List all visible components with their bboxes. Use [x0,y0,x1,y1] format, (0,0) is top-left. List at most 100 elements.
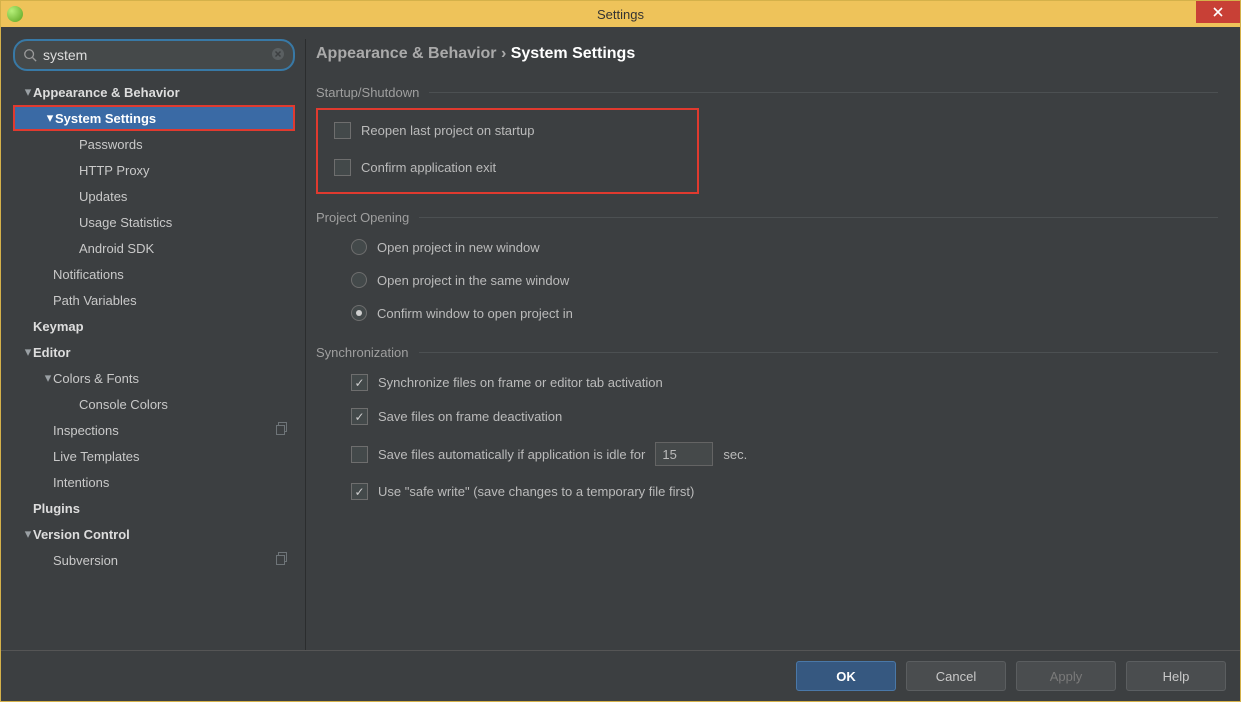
tree-item-updates[interactable]: Updates [13,183,295,209]
radio-icon [351,239,367,255]
search-box[interactable] [13,39,295,71]
checkbox-icon [351,408,368,425]
checkbox-icon [351,374,368,391]
radio-icon [351,272,367,288]
copy-profile-icon[interactable] [276,422,289,438]
checkbox-icon [334,122,351,139]
cancel-button[interactable]: Cancel [906,661,1006,691]
tree-item-label: Editor [33,345,295,360]
radio-icon [351,305,367,321]
tree-item-console-colors[interactable]: Console Colors [13,391,295,417]
radio-open-same-window[interactable]: Open project in the same window [351,272,1218,288]
tree-item-label: Passwords [79,137,295,152]
divider-line [419,352,1219,353]
section-startup-label: Startup/Shutdown [316,85,419,100]
tree-item-keymap[interactable]: Keymap [13,313,295,339]
titlebar: Settings [1,1,1240,27]
option-label: Use "safe write" (save changes to a temp… [378,484,694,499]
section-sync-label: Synchronization [316,345,409,360]
option-label: Synchronize files on frame or editor tab… [378,375,663,390]
settings-tree[interactable]: ▾Appearance & Behavior▾System SettingsPa… [13,79,295,650]
tree-item-label: Path Variables [53,293,295,308]
ok-label: OK [836,669,856,684]
tree-item-label: HTTP Proxy [79,163,295,178]
checkbox-sync-on-activation[interactable]: Synchronize files on frame or editor tab… [351,374,1218,391]
close-button[interactable] [1196,1,1240,23]
tree-item-label: Version Control [33,527,295,542]
option-label: Reopen last project on startup [361,123,534,138]
tree-item-plugins[interactable]: Plugins [13,495,295,521]
expand-arrow-icon: ▾ [45,110,55,126]
breadcrumb-sep: › [497,45,511,62]
option-label: Open project in new window [377,240,540,255]
tree-item-label: Notifications [53,267,295,282]
tree-item-version-control[interactable]: ▾Version Control [13,521,295,547]
window-title: Settings [1,7,1240,22]
expand-arrow-icon: ▾ [43,370,53,386]
tree-item-label: Android SDK [79,241,295,256]
tree-item-system-settings[interactable]: ▾System Settings [13,105,295,131]
section-opening-title: Project Opening [316,210,1218,225]
apply-label: Apply [1050,669,1083,684]
checkbox-reopen-last-project[interactable]: Reopen last project on startup [334,122,679,139]
radio-open-new-window[interactable]: Open project in new window [351,239,1218,255]
tree-item-android-sdk[interactable]: Android SDK [13,235,295,261]
main-area: ▾Appearance & Behavior▾System SettingsPa… [1,27,1240,650]
tree-item-colors-fonts[interactable]: ▾Colors & Fonts [13,365,295,391]
section-sync-title: Synchronization [316,345,1218,360]
idle-seconds-input[interactable] [655,442,713,466]
dialog-body: ▾Appearance & Behavior▾System SettingsPa… [1,27,1240,701]
content-panel: Appearance & Behavior › System Settings … [316,39,1228,650]
close-icon [1213,7,1223,17]
tree-item-inspections[interactable]: Inspections [13,417,295,443]
checkbox-safe-write[interactable]: Use "safe write" (save changes to a temp… [351,483,1218,500]
search-input[interactable] [41,46,271,64]
tree-item-label: Console Colors [79,397,295,412]
checkbox-save-on-deactivation[interactable]: Save files on frame deactivation [351,408,1218,425]
section-opening-label: Project Opening [316,210,409,225]
tree-item-path-variables[interactable]: Path Variables [13,287,295,313]
clear-search-button[interactable] [271,47,285,64]
option-label: Open project in the same window [377,273,569,288]
dialog-footer: OK Cancel Apply Help [1,650,1240,701]
checkbox-icon [334,159,351,176]
ok-button[interactable]: OK [796,661,896,691]
tree-item-passwords[interactable]: Passwords [13,131,295,157]
tree-item-label: Appearance & Behavior [33,85,295,100]
breadcrumb-parent[interactable]: Appearance & Behavior [316,45,497,62]
tree-item-label: Colors & Fonts [53,371,295,386]
sync-options: Synchronize files on frame or editor tab… [351,374,1218,500]
radio-confirm-window[interactable]: Confirm window to open project in [351,305,1218,321]
tree-item-label: Inspections [53,423,276,438]
apply-button[interactable]: Apply [1016,661,1116,691]
option-label: Confirm application exit [361,160,496,175]
tree-item-http-proxy[interactable]: HTTP Proxy [13,157,295,183]
startup-callout: Reopen last project on startup Confirm a… [316,108,699,194]
divider-line [429,92,1218,93]
tree-item-appearance-behavior[interactable]: ▾Appearance & Behavior [13,79,295,105]
tree-item-label: System Settings [55,111,293,126]
tree-item-label: Subversion [53,553,276,568]
tree-item-label: Live Templates [53,449,295,464]
option-label: Save files automatically if application … [378,447,645,462]
tree-item-editor[interactable]: ▾Editor [13,339,295,365]
tree-item-notifications[interactable]: Notifications [13,261,295,287]
help-label: Help [1163,669,1190,684]
breadcrumb: Appearance & Behavior › System Settings [316,45,1218,63]
expand-arrow-icon: ▾ [23,84,33,100]
help-button[interactable]: Help [1126,661,1226,691]
checkbox-save-idle[interactable]: Save files automatically if application … [351,442,1218,466]
section-startup-title: Startup/Shutdown [316,85,1218,100]
expand-arrow-icon: ▾ [23,344,33,360]
idle-unit-label: sec. [723,447,747,462]
tree-item-label: Usage Statistics [79,215,295,230]
tree-item-usage-statistics[interactable]: Usage Statistics [13,209,295,235]
sidebar: ▾Appearance & Behavior▾System SettingsPa… [13,39,295,650]
tree-item-label: Updates [79,189,295,204]
tree-item-subversion[interactable]: Subversion [13,547,295,573]
copy-profile-icon[interactable] [276,552,289,568]
tree-item-live-templates[interactable]: Live Templates [13,443,295,469]
checkbox-icon [351,446,368,463]
tree-item-intentions[interactable]: Intentions [13,469,295,495]
checkbox-confirm-exit[interactable]: Confirm application exit [334,159,679,176]
